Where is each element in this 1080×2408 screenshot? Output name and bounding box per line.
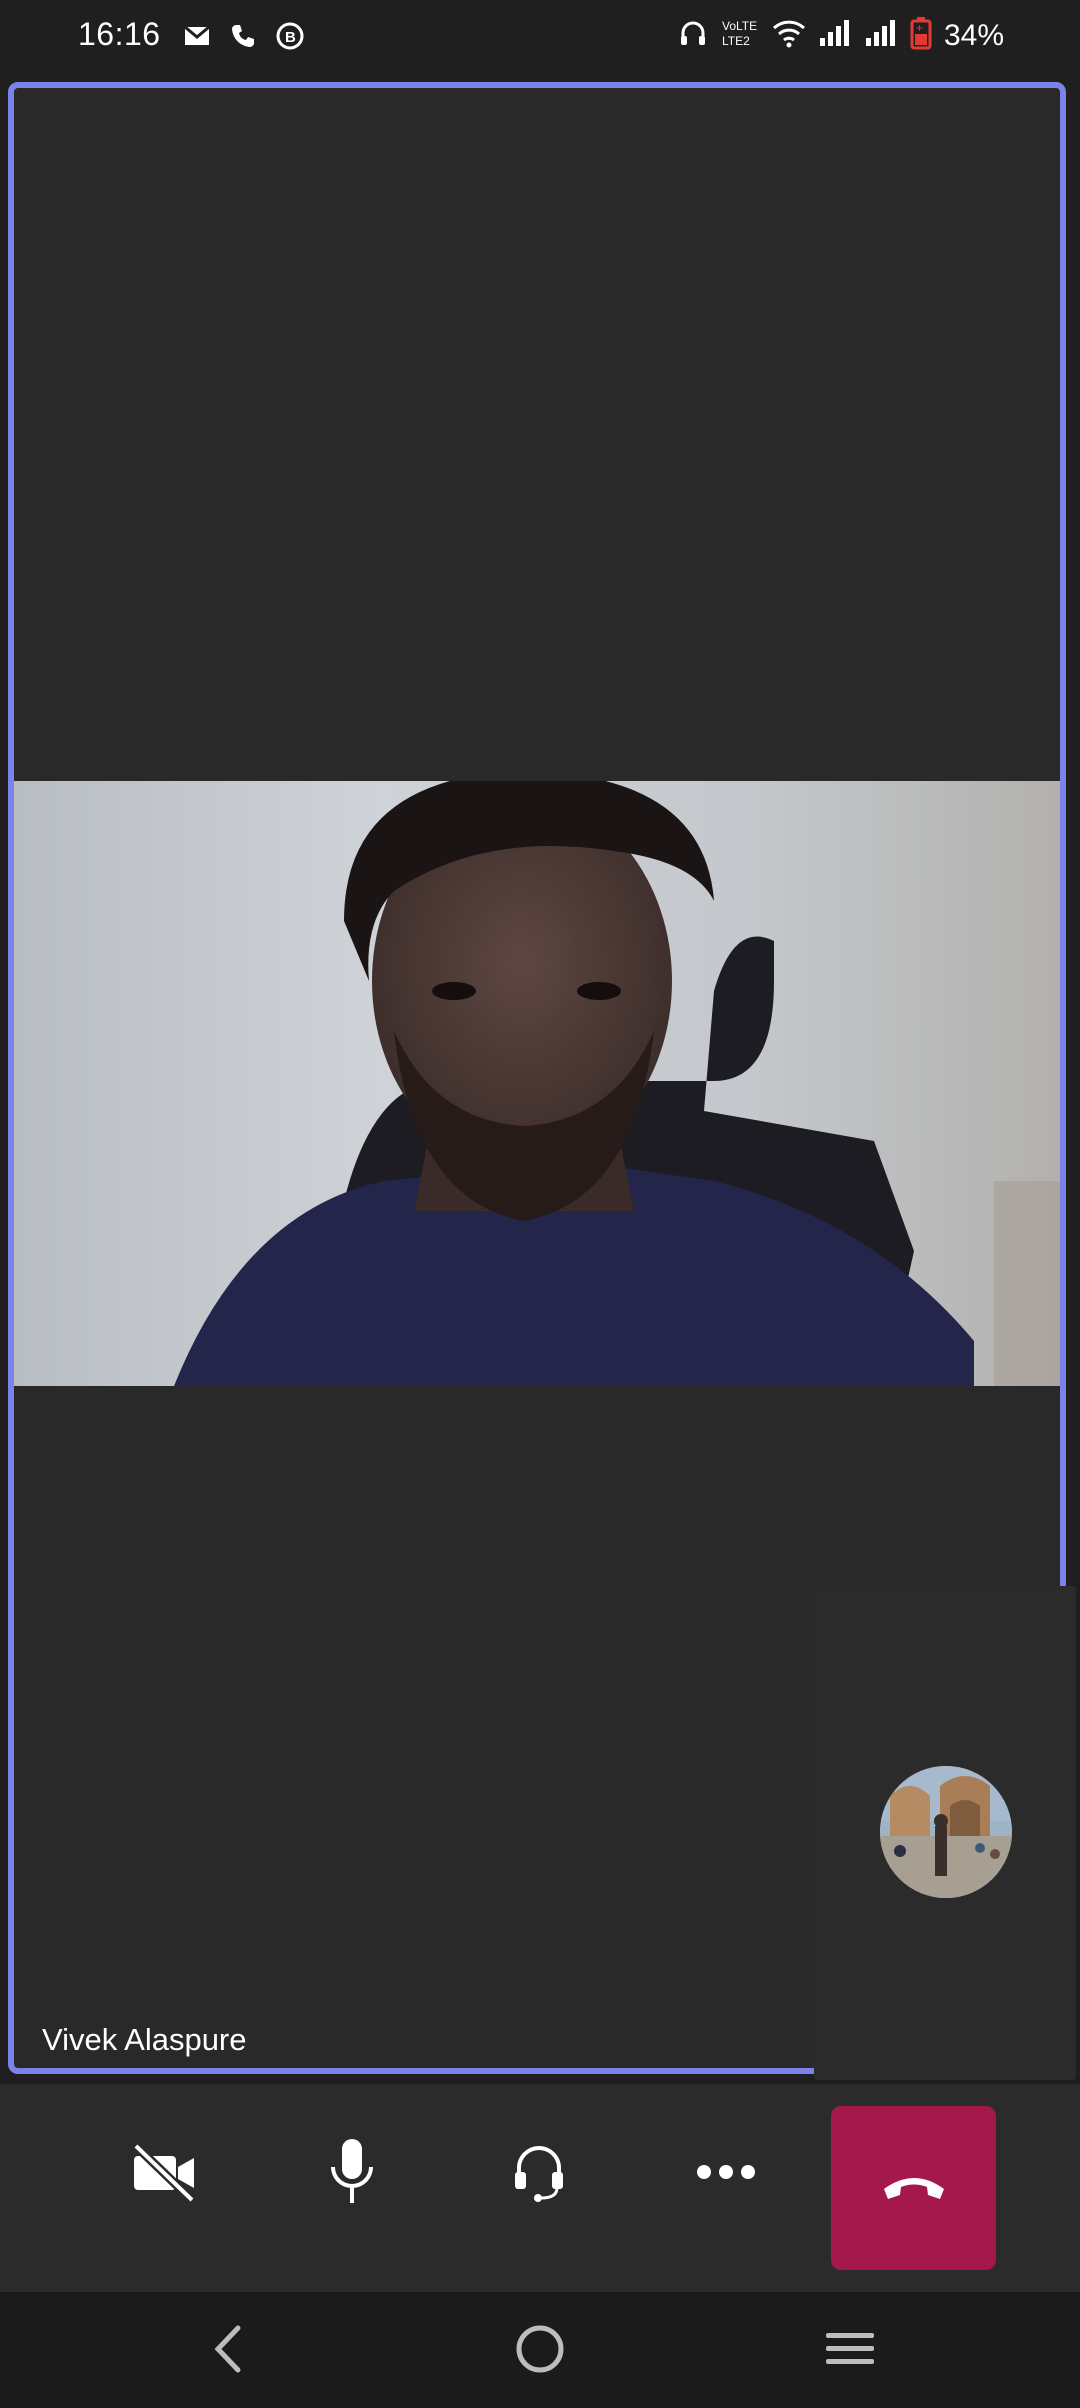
volte-icon: VoLTE LTE2 (720, 17, 760, 54)
participant-name: Vivek Alaspure (42, 2022, 247, 2057)
microphone-icon (327, 2137, 377, 2212)
headset-icon (511, 2140, 567, 2209)
svg-text:B: B (285, 29, 296, 46)
nav-home-button[interactable] (500, 2316, 580, 2386)
notification-icons: B (182, 20, 306, 57)
recents-icon (823, 2329, 877, 2374)
system-status: VoLTE LTE2 + 34% (678, 16, 1004, 55)
hang-up-button[interactable] (831, 2106, 996, 2270)
camera-off-icon (130, 2140, 200, 2209)
battery-percentage: 34% (943, 18, 1004, 52)
svg-text:VoLTE: VoLTE (722, 19, 757, 33)
phone-icon (228, 21, 258, 56)
signal-icon-1 (818, 18, 852, 53)
home-icon (514, 2323, 566, 2380)
mic-toggle-button[interactable] (282, 2104, 422, 2244)
status-bar: 16:16 B VoLTE LTE2 + 34% (0, 0, 1080, 78)
status-time: 16:16 (78, 16, 161, 52)
signal-icon-2 (864, 18, 898, 53)
audio-device-button[interactable] (469, 2104, 609, 2244)
business-chat-icon: B (274, 20, 306, 57)
call-controls-bar (0, 2084, 1080, 2292)
participant-video-image (174, 781, 1060, 1386)
battery-icon: + (910, 16, 932, 55)
svg-text:+: + (916, 21, 923, 35)
participant-video[interactable] (14, 781, 1060, 1386)
svg-text:LTE2: LTE2 (722, 34, 750, 48)
gmail-icon (182, 21, 212, 56)
self-view-tile[interactable] (814, 1586, 1076, 2080)
hang-up-icon (880, 2169, 948, 2208)
wifi-icon (772, 18, 806, 53)
avatar-photo (880, 1766, 1012, 1898)
system-navigation-bar (0, 2292, 1080, 2408)
camera-toggle-button[interactable] (95, 2104, 235, 2244)
more-options-button[interactable] (656, 2104, 796, 2244)
back-icon (208, 2324, 248, 2379)
nav-back-button[interactable] (188, 2316, 268, 2386)
more-icon (696, 2164, 756, 2185)
self-avatar[interactable] (880, 1766, 1012, 1898)
nav-recents-button[interactable] (810, 2316, 890, 2386)
headphones-icon (678, 18, 708, 53)
